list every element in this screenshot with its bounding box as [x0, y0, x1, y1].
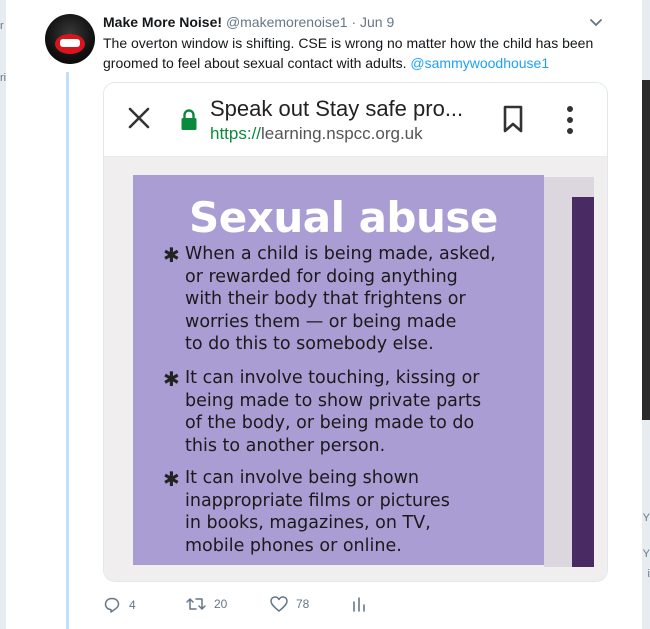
reply-count: 4 [129, 598, 136, 612]
media-card[interactable]: Speak out Stay safe pro... https://learn… [103, 82, 608, 582]
avatar[interactable] [45, 14, 95, 64]
like-count: 78 [296, 597, 310, 611]
tweet-date[interactable]: Jun 9 [360, 14, 394, 30]
bullet-icon: ✱ [163, 469, 180, 491]
thread-line [66, 72, 69, 629]
retweet-count: 20 [214, 597, 228, 611]
tweet: Make More Noise! @makemorenoise1 · Jun 9… [6, 0, 642, 629]
panel-item-line: It can involve being shown [185, 468, 419, 488]
photo-background-stripe [572, 197, 594, 567]
background-text-fragment: Y [642, 548, 650, 560]
user-handle[interactable]: @makemorenoise1 [226, 14, 348, 30]
card-photo: Sexual abuse ✱ When a child is being mad… [104, 157, 607, 581]
url-host: learning.nspcc.org.uk [261, 124, 423, 143]
panel-item: ✱ When a child is being made, asked, or … [163, 243, 523, 356]
bullet-icon: ✱ [163, 245, 180, 267]
separator: · [351, 14, 357, 30]
panel-item-line: of the body, or being made to do [185, 413, 475, 433]
panel-item-line: or rewarded for doing anything [185, 266, 458, 287]
mention-link[interactable]: @sammywoodhouse1 [410, 55, 549, 71]
panel-item-line: inappropriate films or pictures [185, 490, 450, 511]
panel-title: Sexual abuse [189, 193, 498, 242]
panel-item-line: worries them — or being made [185, 311, 457, 332]
panel-item-line: being made to show private parts [185, 390, 482, 411]
panel-item: ✱ It can involve being shown inappropria… [163, 467, 523, 557]
browser-url: https://learning.nspcc.org.uk [210, 124, 423, 144]
background-image-fragment [642, 80, 650, 420]
display-name[interactable]: Make More Noise! [103, 14, 222, 30]
panel-item-line: in books, magazines, on TV, [185, 513, 431, 533]
panel-item-line: with their body that frightens or [185, 289, 466, 309]
tweet-header: Make More Noise! @makemorenoise1 · Jun 9 [103, 13, 394, 31]
browser-bar: Speak out Stay safe pro... https://learn… [104, 83, 607, 157]
reply-icon [104, 597, 120, 613]
close-icon [128, 107, 150, 129]
url-scheme: https:// [210, 124, 262, 143]
retweet-icon [186, 598, 206, 610]
panel-item: ✱ It can involve touching, kissing or be… [163, 367, 523, 457]
browser-page-title: Speak out Stay safe pro... [210, 96, 464, 121]
panel-item-line: mobile phones or online. [185, 535, 402, 556]
heart-icon [270, 596, 288, 612]
analytics-icon [353, 597, 365, 612]
tweet-text: The overton window is shifting. CSE is w… [103, 33, 603, 73]
bullet-icon: ✱ [163, 369, 180, 391]
background-text-fragment: Y [642, 512, 650, 524]
background-page-right: Y Y i [642, 0, 650, 629]
info-panel: Sexual abuse ✱ When a child is being mad… [133, 175, 544, 565]
avatar-teeth [60, 39, 80, 47]
lock-icon [181, 109, 197, 130]
panel-item-line: to do this to somebody else. [185, 334, 434, 354]
panel-item-line: When a child is being made, asked, [185, 244, 496, 264]
background-text-fragment: r [0, 20, 4, 32]
more-vertical-icon [567, 106, 573, 134]
retweet-button[interactable]: 20 [186, 596, 227, 612]
panel-item-line: It can involve touching, kissing or [185, 368, 480, 388]
like-button[interactable]: 78 [270, 596, 309, 612]
bookmark-icon [503, 105, 523, 133]
chevron-down-icon[interactable] [589, 16, 603, 30]
analytics-button[interactable] [352, 596, 366, 612]
reply-button[interactable]: 4 [103, 596, 136, 614]
panel-item-line: this to another person. [185, 435, 386, 456]
